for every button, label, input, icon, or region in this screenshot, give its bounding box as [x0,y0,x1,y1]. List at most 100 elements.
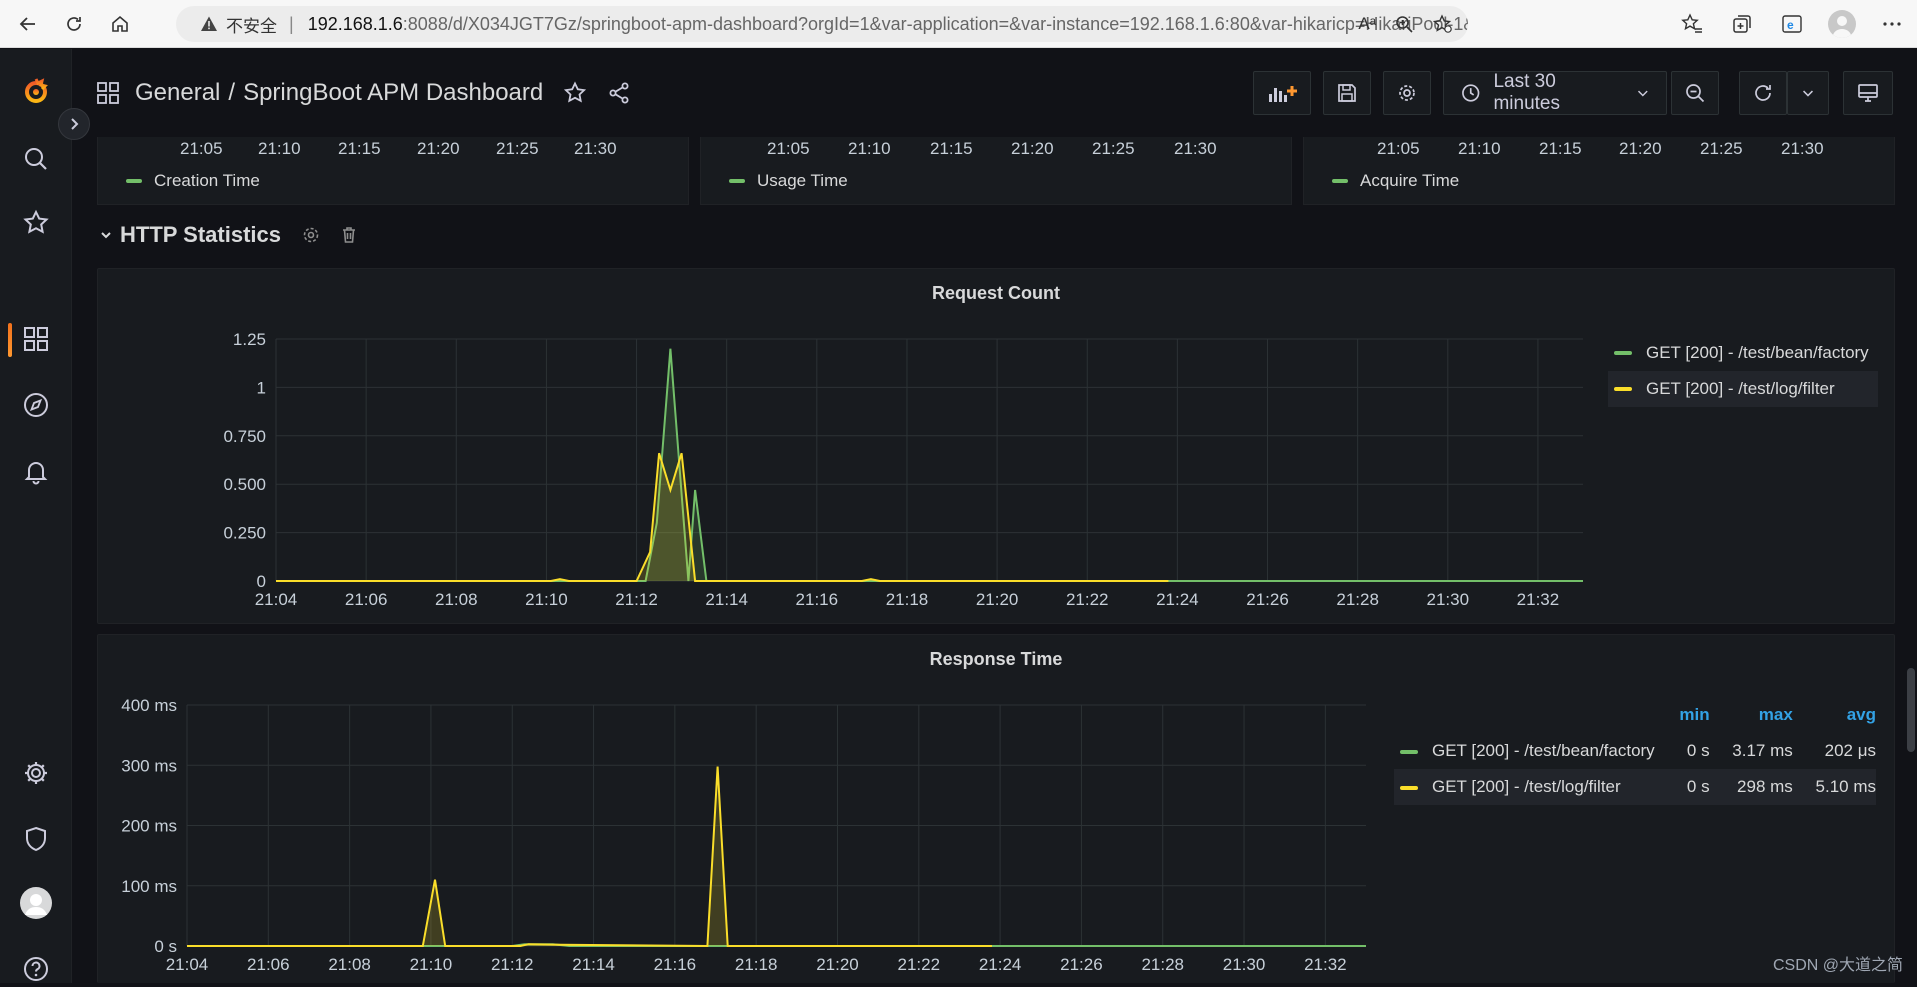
help-icon [22,955,50,983]
x-tick-label: 21:14 [705,590,748,609]
x-tick-label: 21:08 [435,590,478,609]
browser-toolbar: 不安全 | 192.168.1.6:8088/d/X034JGT7Gz/spri… [0,0,1917,48]
request-count-panel: Request Count 00.2500.5000.75011.2521:04… [97,268,1895,624]
read-aloud-button[interactable]: Aᵃ [1358,14,1376,34]
browser-menu-button[interactable] [1867,6,1917,42]
legend-item[interactable]: Creation Time [126,171,260,191]
legend-item[interactable]: GET [200] - /test/log/filter [1608,371,1878,407]
x-tick-label: 21:04 [166,955,209,974]
add-favorite-icon[interactable] [1432,14,1452,34]
edge-feature-button[interactable]: e [1767,6,1817,42]
save-dashboard-button[interactable] [1323,71,1371,115]
tick-label: 21:05 [1377,139,1420,159]
dashboard-title[interactable]: SpringBoot APM Dashboard [243,79,543,107]
add-panel-button[interactable] [1253,71,1311,115]
legend-swatch [1332,179,1348,183]
x-tick-label: 21:08 [328,955,371,974]
collections-button[interactable] [1717,6,1767,42]
y-tick-label: 1 [257,378,266,397]
legend-max-value: 298 ms [1710,769,1793,805]
server-admin-nav[interactable] [18,821,54,857]
starred-nav[interactable] [18,205,54,241]
address-bar[interactable]: 不安全 | 192.168.1.6:8088/d/X034JGT7Gz/spri… [176,6,1468,42]
help-nav[interactable] [18,951,54,987]
response-time-chart[interactable]: 0 s100 ms200 ms300 ms400 ms21:0421:0621:… [98,635,1398,984]
legend-item[interactable]: Acquire Time [1332,171,1459,191]
request-count-chart[interactable]: 00.2500.5000.75011.2521:0421:0621:0821:1… [98,269,1618,625]
save-icon [1336,82,1358,104]
chevron-down-icon[interactable] [98,227,114,243]
legend-header-min[interactable]: min [1657,697,1710,733]
legend-item[interactable]: GET [200] - /test/log/filter 0 s 298 ms … [1394,769,1876,805]
legend-avg-value: 5.10 ms [1793,769,1876,805]
chevron-right-icon [67,117,81,131]
search-nav[interactable] [18,141,54,177]
back-button[interactable] [10,6,46,42]
explore-nav[interactable] [18,387,54,423]
zoom-out-button[interactable] [1671,71,1719,115]
creation-time-panel: 21:05 21:10 21:15 21:20 21:25 21:30 Crea… [97,137,689,205]
dashboard-settings-button[interactable] [1383,71,1431,115]
star-dashboard-icon[interactable] [563,81,587,105]
x-tick-label: 21:10 [525,590,568,609]
time-range-picker[interactable]: Last 30 minutes [1443,71,1667,115]
page-scrollbar[interactable] [1907,668,1915,752]
gear-icon [22,759,50,787]
compass-icon [22,391,50,419]
share-icon[interactable] [607,81,631,105]
user-profile-nav[interactable] [18,885,54,921]
tv-mode-button[interactable] [1843,71,1893,115]
grafana-sidebar [0,49,72,983]
x-tick-label: 21:16 [796,590,839,609]
star-icon [22,209,50,237]
refresh-interval-dropdown[interactable] [1787,71,1829,115]
row-settings-icon[interactable] [301,225,321,245]
favorites-button[interactable] [1667,6,1717,42]
chevron-down-icon [1636,86,1650,100]
tick-label: 21:10 [848,139,891,159]
tick-label: 21:15 [1539,139,1582,159]
folder-link[interactable]: General [135,79,220,107]
legend-swatch [126,179,142,183]
alerting-nav[interactable] [18,453,54,489]
x-tick-label: 21:32 [1304,955,1347,974]
grafana-logo[interactable] [18,73,54,109]
dashboards-icon [22,325,50,353]
legend-header-max[interactable]: max [1710,697,1793,733]
dashboards-nav[interactable] [18,321,54,357]
more-horizontal-icon [1881,13,1903,35]
zoom-icon[interactable] [1394,14,1414,34]
url-host: 192.168.1.6 [308,14,403,35]
y-tick-label: 200 ms [121,817,177,836]
legend-swatch [1400,750,1418,754]
profile-button[interactable] [1817,6,1867,42]
row-title[interactable]: HTTP Statistics [120,222,281,248]
chevron-down-icon [1801,86,1815,100]
security-indicator[interactable]: 不安全 [200,12,277,37]
address-separator: | [289,14,294,35]
refresh-button[interactable] [1739,71,1787,115]
reload-button[interactable] [56,6,92,42]
collections-icon [1731,13,1753,35]
legend-item[interactable]: Usage Time [729,171,848,191]
legend-item[interactable]: GET [200] - /test/bean/factory 0 s 3.17 … [1394,733,1876,769]
gear-icon [1396,82,1418,104]
x-tick-label: 21:30 [1223,955,1266,974]
home-button[interactable] [102,6,138,42]
trash-icon[interactable] [339,225,359,245]
expand-sidebar-button[interactable] [58,108,90,140]
profile-avatar [1828,10,1856,38]
x-tick-label: 21:06 [247,955,290,974]
tick-label: 21:25 [1092,139,1135,159]
row-header-http-statistics[interactable]: HTTP Statistics [98,222,359,248]
add-panel-icon [1266,82,1298,104]
tick-label: 21:20 [417,139,460,159]
monitor-icon [1857,82,1879,104]
y-tick-label: 0.250 [223,524,266,543]
legend-item[interactable]: GET [200] - /test/bean/factory [1608,335,1878,371]
reload-icon [64,14,84,34]
configuration-nav[interactable] [18,755,54,791]
legend-header-avg[interactable]: avg [1793,697,1876,733]
tick-label: 21:25 [1700,139,1743,159]
x-tick-label: 21:32 [1517,590,1560,609]
